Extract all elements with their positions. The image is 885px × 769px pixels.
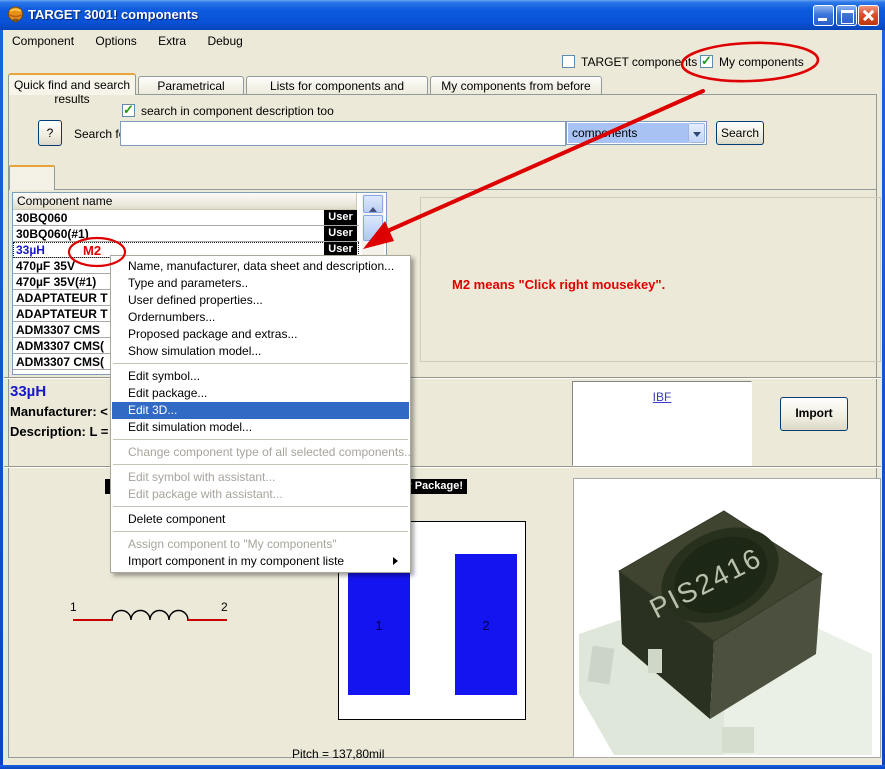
menu-separator — [113, 528, 408, 536]
tab-parametrical-search[interactable]: Parametrical search — [138, 76, 244, 95]
menu-separator — [113, 436, 408, 444]
my-components-checkbox[interactable] — [700, 55, 713, 68]
import-button[interactable]: Import — [780, 397, 848, 431]
user-badge: User — [324, 226, 357, 241]
window-title: TARGET 3001! components — [28, 7, 198, 22]
menu-item-delete-component[interactable]: Delete component — [111, 511, 410, 528]
component-name: ADM3307 CMS( — [16, 355, 104, 369]
menu-debug[interactable]: Debug — [198, 31, 251, 48]
my-components-label: My components — [719, 55, 804, 69]
menu-item-assign-component: Assign component to "My components" — [111, 536, 410, 553]
title-bar: TARGET 3001! components — [0, 0, 885, 30]
scope-dropdown-value: components — [568, 123, 688, 143]
menu-item-proposed-package[interactable]: Proposed package and extras... — [111, 326, 410, 343]
user-badge: User — [324, 210, 357, 225]
search-description-label: search in component description too — [141, 104, 334, 118]
context-menu: Name, manufacturer, data sheet and descr… — [110, 255, 411, 573]
m2-note-text: M2 means "Click right mousekey". — [452, 277, 665, 292]
component-name: 470µF 35V — [16, 259, 75, 273]
menu-item-import-component[interactable]: Import component in my component liste — [111, 553, 410, 570]
tab-quick-find[interactable]: Quick find and search results — [8, 73, 136, 95]
tab-my-components-v15[interactable]: My components from before V15 — [430, 76, 602, 95]
component-row[interactable]: 30BQ060(#1) User — [13, 226, 359, 242]
menu-item-user-properties[interactable]: User defined properties... — [111, 292, 410, 309]
result-subtab[interactable] — [9, 165, 55, 190]
menu-separator — [113, 360, 408, 368]
menu-item-label: Import component in my component liste — [128, 554, 344, 568]
manufacturer-text: Manufacturer: < — [10, 404, 108, 419]
scroll-thumb[interactable] — [363, 215, 383, 241]
menu-item-edit-3d[interactable]: Edit 3D... — [112, 402, 409, 419]
menu-item-name-manufacturer[interactable]: Name, manufacturer, data sheet and descr… — [111, 258, 410, 275]
menu-item-edit-symbol[interactable]: Edit symbol... — [111, 368, 410, 385]
subtab-line — [8, 189, 877, 190]
minimize-button[interactable] — [813, 5, 834, 26]
search-input[interactable] — [120, 121, 566, 146]
menu-item-type-parameters[interactable]: Type and parameters.. — [111, 275, 410, 292]
menu-item-edit-package[interactable]: Edit package... — [111, 385, 410, 402]
app-icon — [7, 6, 24, 23]
datasheet-panel: IBF — [572, 381, 752, 466]
symbol-pin1-wire — [73, 619, 113, 621]
maximize-button[interactable] — [836, 5, 857, 26]
component-name: ADAPTATEUR T — [16, 291, 108, 305]
package-pad-1: 1 — [348, 554, 410, 695]
search-description-checkbox[interactable] — [122, 104, 135, 117]
m2-label: M2 — [83, 243, 101, 258]
component-name: ADAPTATEUR T — [16, 307, 108, 321]
component-name: 470µF 35V(#1) — [16, 275, 96, 289]
pitch-label: Pitch = 137,80mil — [292, 747, 384, 761]
scope-dropdown[interactable]: components — [566, 121, 707, 145]
close-button[interactable] — [858, 5, 879, 26]
window-border-bottom — [0, 765, 885, 769]
menu-separator — [113, 503, 408, 511]
ibf-link[interactable]: IBF — [653, 390, 672, 404]
menu-bar: Component Options Extra Debug — [3, 31, 882, 52]
menu-item-ordernumbers[interactable]: Ordernumbers... — [111, 309, 410, 326]
menu-separator — [113, 461, 408, 469]
menu-item-edit-symbol-assistant: Edit symbol with assistant... — [111, 469, 410, 486]
app-window: TARGET 3001! components Component Option… — [0, 0, 885, 769]
model-3d-view: PIS2416 — [574, 479, 880, 757]
description-text: Description: L = — [10, 424, 108, 439]
menu-item-edit-package-assistant: Edit package with assistant... — [111, 486, 410, 503]
scroll-up-icon[interactable] — [363, 195, 383, 213]
submenu-arrow-icon — [393, 557, 402, 565]
component-name: 30BQ060 — [16, 211, 67, 225]
menu-component[interactable]: Component — [3, 31, 83, 48]
component-name: 33µH — [16, 243, 45, 257]
symbol-pin2-label: 2 — [221, 600, 228, 614]
model-3d-panel: PIS2416 — [573, 478, 881, 758]
window-border-left — [0, 30, 3, 769]
selected-component-name: 33µH — [10, 383, 46, 400]
target-components-label: TARGET components — [581, 55, 697, 69]
menu-item-show-simulation[interactable]: Show simulation model... — [111, 343, 410, 360]
symbol-pin1-label: 1 — [70, 600, 77, 614]
column-header[interactable]: Component name — [13, 193, 357, 210]
menu-extra[interactable]: Extra — [149, 31, 195, 48]
menu-item-change-type: Change component type of all selected co… — [111, 444, 410, 461]
menu-item-edit-simulation[interactable]: Edit simulation model... — [111, 419, 410, 436]
package-pad-2: 2 — [455, 554, 517, 695]
component-name: ADM3307 CMS — [16, 323, 100, 337]
component-name: ADM3307 CMS( — [16, 339, 104, 353]
menu-options[interactable]: Options — [86, 31, 145, 48]
target-components-checkbox[interactable] — [562, 55, 575, 68]
inductor-coil — [111, 600, 189, 622]
search-button[interactable]: Search — [716, 121, 764, 145]
symbol-pin2-wire — [187, 619, 227, 621]
help-button[interactable]: ? — [38, 120, 62, 146]
tab-lists[interactable]: Lists for components and packages. — [246, 76, 428, 95]
component-name: 30BQ060(#1) — [16, 227, 89, 241]
dropdown-arrow-icon[interactable] — [688, 123, 705, 143]
component-row[interactable]: 30BQ060 User — [13, 210, 359, 226]
